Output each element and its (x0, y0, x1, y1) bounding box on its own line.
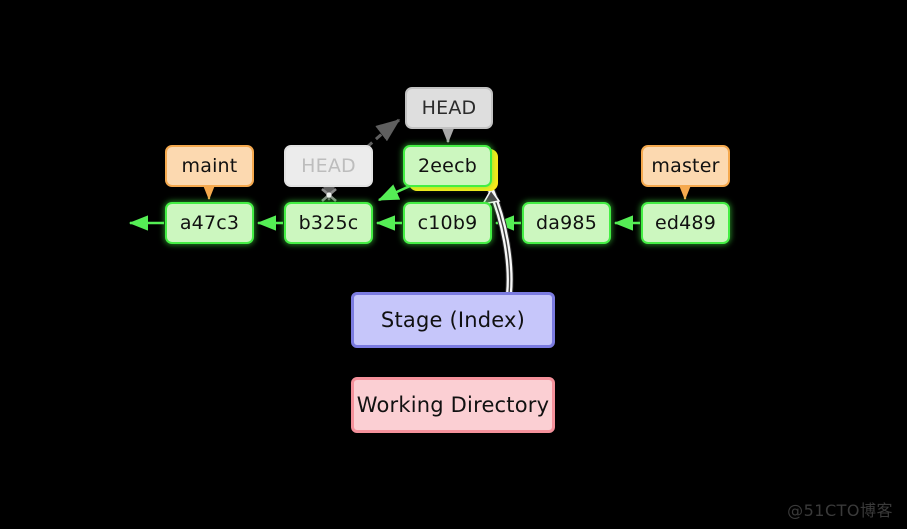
edge-2eecb-to-b325c (377, 184, 411, 202)
head-pointer-stale[interactable]: HEAD (284, 145, 373, 187)
stage-index-box[interactable]: Stage (Index) (351, 292, 555, 348)
diagram-canvas: 2eecb a47c3 b325c c10b9 da985 ed489 main… (0, 0, 907, 529)
x-cross-icon (321, 188, 337, 202)
branch-label-master[interactable]: master (641, 145, 730, 187)
branch-label-maint[interactable]: maint (165, 145, 254, 187)
working-directory-box[interactable]: Working Directory (351, 377, 555, 433)
commit-node-2eecb[interactable]: 2eecb (403, 145, 492, 187)
stage-index-label: Stage (Index) (380, 307, 526, 332)
watermark: @51CTO博客 (787, 501, 893, 520)
commit-node-da985[interactable]: da985 (522, 202, 611, 244)
commit-label: c10b9 (417, 211, 478, 234)
branch-label-text: master (651, 154, 720, 177)
head-pointer-active[interactable]: HEAD (405, 87, 493, 129)
working-directory-label: Working Directory (356, 392, 550, 417)
commit-label: a47c3 (179, 211, 240, 234)
commit-label: 2eecb (418, 154, 477, 177)
commit-node-ed489[interactable]: ed489 (641, 202, 730, 244)
diagram-edges-layer (128, 118, 693, 298)
commit-node-a47c3[interactable]: a47c3 (165, 202, 254, 244)
commit-label: da985 (536, 211, 597, 234)
edge-head-stale-to-b325c (321, 182, 337, 202)
commit-label: b325c (298, 211, 359, 234)
branch-label-text: maint (181, 154, 238, 177)
commit-node-c10b9[interactable]: c10b9 (403, 202, 492, 244)
head-label: HEAD (421, 96, 477, 119)
head-label: HEAD (301, 154, 356, 177)
commit-node-b325c[interactable]: b325c (284, 202, 373, 244)
commit-label: ed489 (654, 211, 716, 234)
